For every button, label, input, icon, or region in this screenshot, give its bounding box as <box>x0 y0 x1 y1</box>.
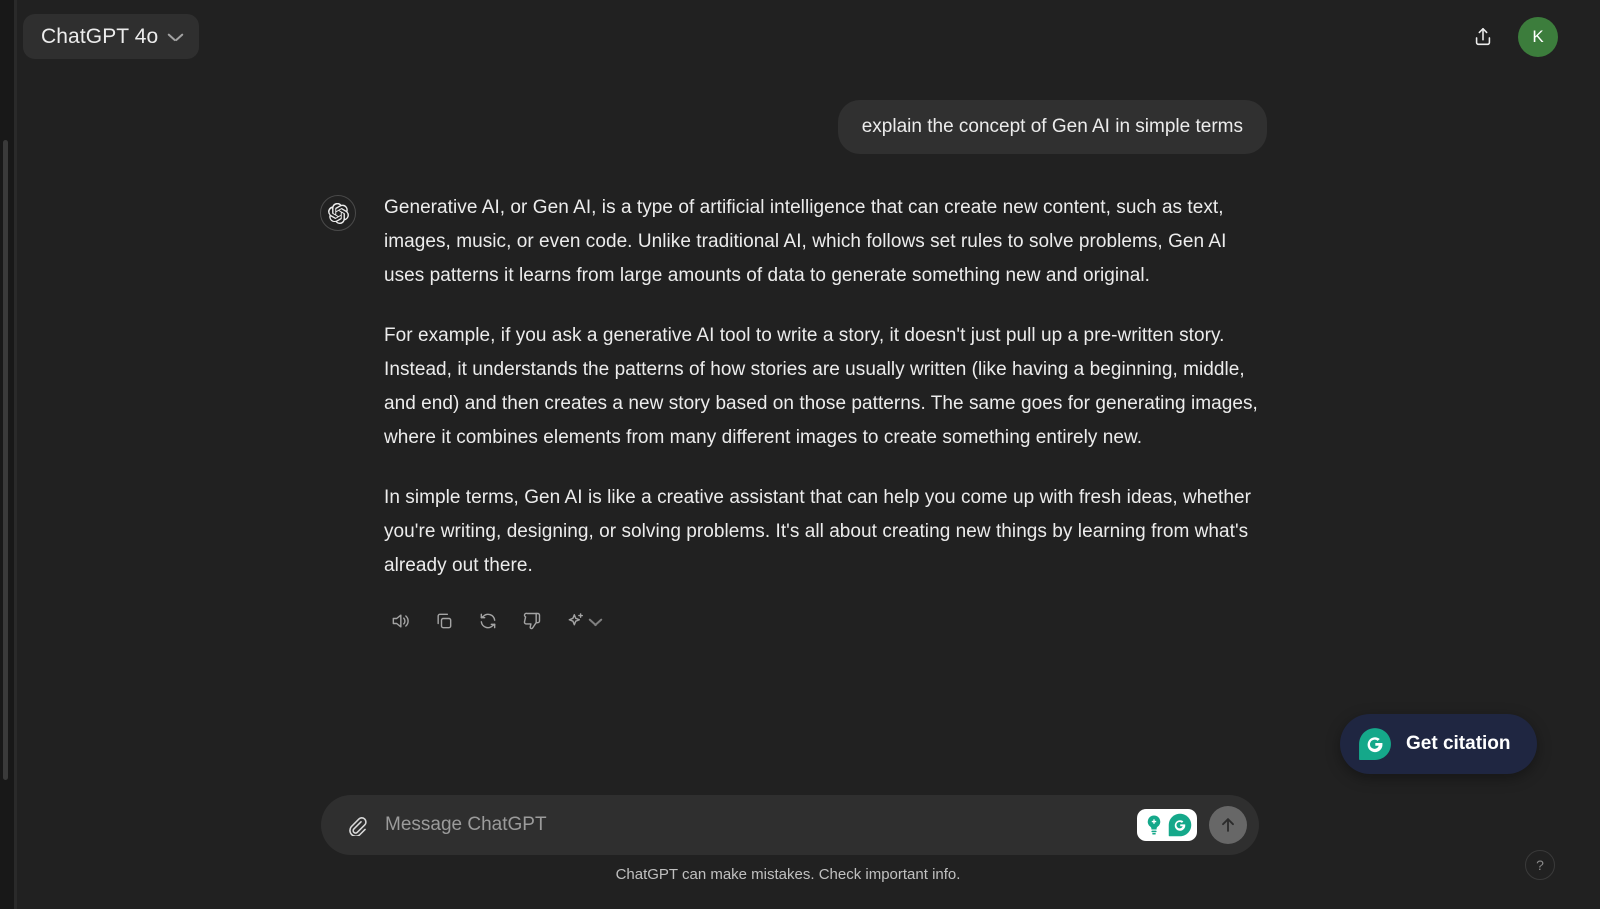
refresh-icon <box>480 613 496 629</box>
avatar-initial: K <box>1532 27 1544 46</box>
user-message-row: explain the concept of Gen AI in simple … <box>17 100 1267 154</box>
arrow-up-icon <box>1222 818 1234 832</box>
top-bar: ChatGPT 4o K <box>17 0 1600 73</box>
dislike-button[interactable] <box>516 605 548 637</box>
regenerate-button[interactable] <box>472 605 504 637</box>
switch-model-button[interactable] <box>560 605 606 637</box>
lightbulb-icon <box>1147 815 1161 835</box>
help-label: ? <box>1536 857 1544 873</box>
message-action-bar <box>384 605 1270 637</box>
assistant-avatar <box>320 195 356 231</box>
collapsed-sidebar-rail[interactable] <box>0 0 14 909</box>
openai-logo-icon <box>327 202 349 224</box>
chevron-down-icon <box>168 32 183 41</box>
get-citation-label: Get citation <box>1406 733 1511 754</box>
share-button[interactable] <box>1464 18 1502 56</box>
grammarly-g-icon <box>1168 813 1192 837</box>
disclaimer-text: ChatGPT can make mistakes. Check importa… <box>615 866 961 883</box>
send-button[interactable] <box>1209 806 1247 844</box>
grammarly-badge-group[interactable] <box>1137 809 1197 841</box>
grammarly-g-icon <box>1359 728 1391 760</box>
model-selector-label: ChatGPT 4o <box>41 24 159 48</box>
user-avatar[interactable]: K <box>1518 17 1558 57</box>
paperclip-icon <box>349 817 367 836</box>
user-message-bubble: explain the concept of Gen AI in simple … <box>837 100 1267 154</box>
read-aloud-button[interactable] <box>384 605 416 637</box>
help-button[interactable]: ? <box>1525 850 1555 880</box>
assistant-paragraph: Generative AI, or Gen AI, is a type of a… <box>384 197 1227 286</box>
sparkle-icon <box>568 613 583 626</box>
copy-icon <box>437 613 452 629</box>
assistant-message-content: Generative AI, or Gen AI, is a type of a… <box>384 191 1270 637</box>
model-selector-button[interactable]: ChatGPT 4o <box>23 14 200 59</box>
get-citation-button[interactable]: Get citation <box>1340 714 1537 774</box>
conversation-thread: explain the concept of Gen AI in simple … <box>17 73 1600 773</box>
assistant-paragraph: In simple terms, Gen AI is like a creati… <box>384 487 1251 576</box>
message-input[interactable] <box>385 795 1137 855</box>
copy-button[interactable] <box>428 605 460 637</box>
attach-file-button[interactable] <box>339 808 373 842</box>
sidebar-scrollbar[interactable] <box>3 140 8 780</box>
thumbs-down-icon <box>523 612 541 630</box>
assistant-message-row: Generative AI, or Gen AI, is a type of a… <box>320 191 1270 637</box>
message-composer <box>321 795 1259 855</box>
share-upload-icon <box>1475 27 1491 46</box>
speaker-icon <box>392 614 409 628</box>
chevron-down-icon <box>589 617 602 626</box>
assistant-paragraph: For example, if you ask a generative AI … <box>384 325 1258 448</box>
